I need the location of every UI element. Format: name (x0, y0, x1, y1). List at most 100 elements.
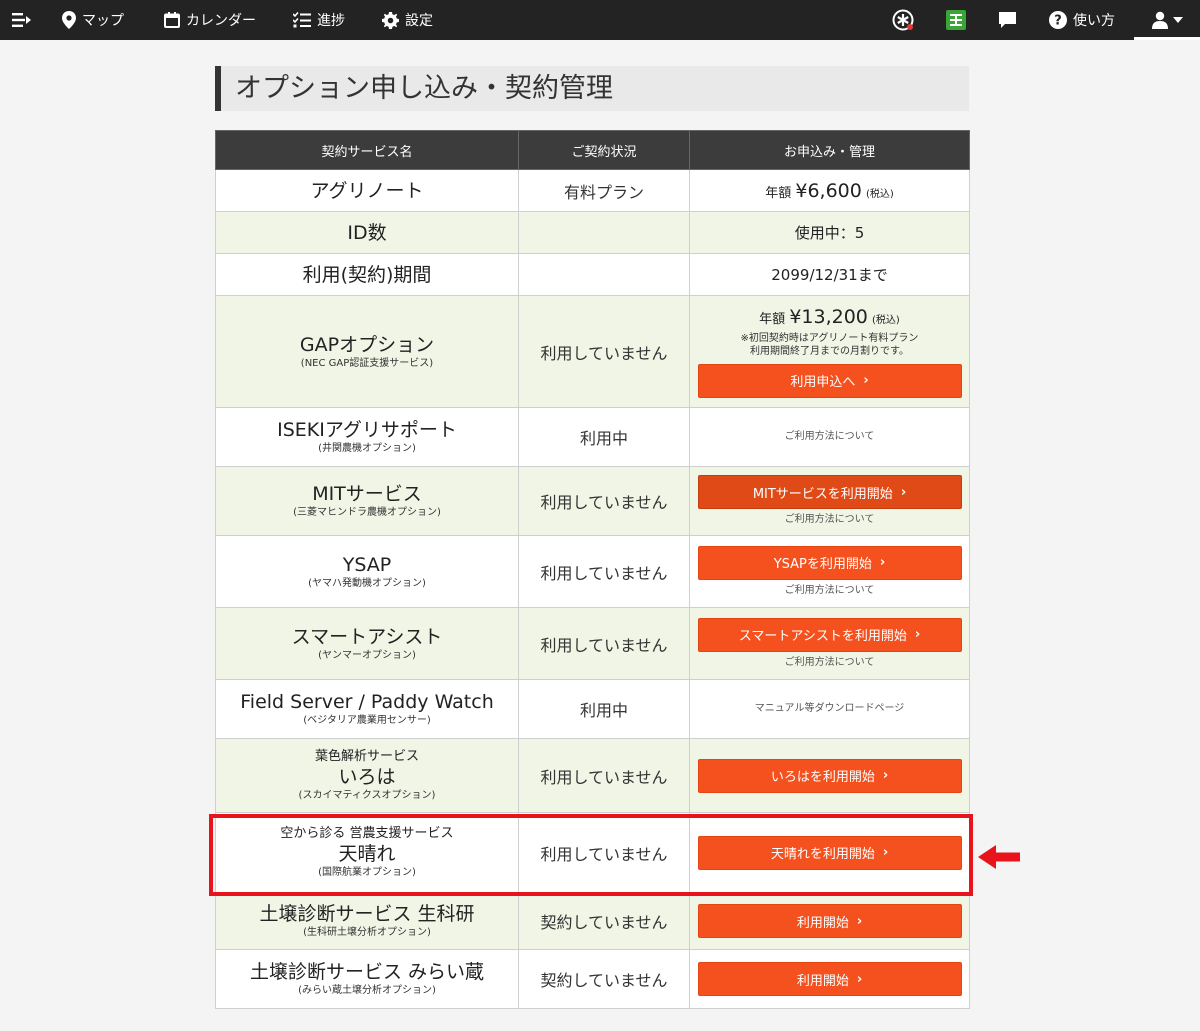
help-label: 使い方 (1073, 13, 1115, 29)
svg-text:?: ? (1054, 14, 1062, 29)
mit-start-button[interactable]: MITサービスを利用開始 › (697, 475, 962, 509)
miraigura-start-button[interactable]: 利用開始 › (697, 962, 962, 996)
service-name: スマートアシスト (291, 625, 443, 648)
service-sub: (国際航業オプション) (318, 867, 416, 878)
seikaken-start-button[interactable]: 利用開始 › (697, 904, 962, 938)
asterisk-button[interactable] (892, 0, 914, 40)
spreadsheet-button[interactable] (946, 0, 966, 40)
page-title: オプション申し込み・契約管理 (215, 66, 969, 111)
active-indicator (1134, 37, 1200, 40)
map-pin-icon (62, 11, 76, 29)
service-name: ISEKIアグリサポート (277, 419, 457, 441)
nav-progress[interactable]: 進捗 (293, 0, 345, 40)
nav-progress-label: 進捗 (317, 13, 345, 29)
appare-start-button[interactable]: 天晴れを利用開始 › (697, 835, 962, 870)
service-name: アグリノート (310, 179, 424, 202)
table-row: MITサービス (三菱マヒンドラ農機オプション) 利用していません MITサービ… (215, 466, 970, 536)
chevron-right-icon: › (879, 555, 886, 570)
service-sub: (ベジタリア農業用センサー) (303, 715, 431, 726)
menu-toggle-button[interactable] (12, 0, 32, 40)
nav-calendar[interactable]: カレンダー (164, 0, 256, 40)
nav-calendar-label: カレンダー (186, 13, 256, 29)
service-name: Field Server / Paddy Watch (240, 691, 494, 713)
chat-icon (998, 11, 1017, 29)
table-header-row: 契約サービス名 ご契約状況 お申込み・管理 (215, 130, 970, 170)
user-menu-button[interactable] (1151, 0, 1183, 40)
nav-map[interactable]: マップ (62, 0, 124, 40)
service-sub: (NEC GAP認証支援サービス) (300, 357, 434, 369)
note-line: ※初回契約時はアグリノート有料プラン (740, 332, 919, 344)
service-name: 土壌診断サービス みらい蔵 (249, 961, 485, 983)
id-usage-text: 使用中：5 (794, 224, 865, 242)
service-sub: (生科研土壌分析オプション) (303, 927, 431, 938)
checklist-icon (293, 12, 311, 28)
chevron-right-icon: › (856, 971, 863, 987)
top-nav: マップ カレンダー 進捗 設定 ? 使い方 (0, 0, 1200, 40)
price: 年額 ¥13,200 (税込) (759, 305, 900, 328)
asterisk-circle-icon (892, 9, 914, 31)
chevron-right-icon: › (863, 373, 869, 388)
service-sub: (ヤンマーオプション) (318, 649, 416, 661)
table-row: ISEKIアグリサポート (井関農機オプション) 利用中 ご利用方法について (215, 407, 970, 467)
col-header-service: 契約サービス名 (215, 130, 519, 170)
chevron-right-icon: › (882, 768, 889, 783)
service-sub: (井関農機オプション) (318, 443, 416, 454)
status-text: 利用していません (540, 563, 668, 583)
gear-icon (382, 11, 399, 29)
service-category: 葉色解析サービス (314, 749, 419, 764)
service-name: 土壌診断サービス 生科研 (259, 903, 475, 925)
table-row: 利用(契約)期間 2099/12/31まで (215, 253, 970, 296)
status-text: 利用していません (540, 493, 668, 512)
help-button[interactable]: ? 使い方 (1049, 0, 1115, 40)
status-text: 利用中 (579, 429, 628, 448)
status-text: 利用していません (540, 767, 668, 787)
nav-settings[interactable]: 設定 (382, 0, 433, 40)
usage-guide-link[interactable]: ご利用方法について (690, 584, 969, 598)
note-line: 利用期間終了月までの月割りです。 (750, 345, 909, 357)
service-category: 空から診る 営農支援サービス (280, 826, 454, 841)
table-row: YSAP (ヤマハ発動機オプション) 利用していません YSAPを利用開始 › ご… (215, 535, 970, 608)
service-name: 利用(契約)期間 (302, 263, 432, 286)
table-row: ID数 使用中：5 (215, 211, 970, 254)
service-sub: (ヤマハ発動機オプション) (308, 577, 426, 589)
options-table: 契約サービス名 ご契約状況 お申込み・管理 アグリノート 有料プラン 年額 ¥6… (215, 130, 970, 1009)
gap-apply-button[interactable]: 利用申込へ › (697, 363, 962, 398)
status-text: 利用していません (540, 844, 668, 864)
usage-guide-link[interactable]: ご利用方法について (690, 656, 969, 670)
manual-download-link[interactable]: マニュアル等ダウンロードページ (690, 702, 969, 716)
chevron-right-icon: › (914, 627, 921, 642)
usage-guide-link[interactable]: ご利用方法について (690, 513, 969, 527)
calendar-icon (164, 12, 180, 28)
chevron-right-icon: › (882, 845, 889, 860)
service-sub: (三菱マヒンドラ農機オプション) (293, 507, 441, 518)
status-text: 有料プラン (563, 182, 644, 202)
status-text: 利用していません (540, 343, 668, 363)
arrow-left-icon (978, 845, 1020, 873)
col-header-status: ご契約状況 (518, 130, 690, 170)
table-row: アグリノート 有料プラン 年額 ¥6,600 (税込) (215, 169, 970, 212)
service-name: 天晴れ (338, 843, 396, 865)
ysap-start-button[interactable]: YSAPを利用開始 › (697, 545, 962, 580)
user-icon (1151, 11, 1169, 29)
service-sub: (スカイマティクスオプション) (298, 790, 436, 801)
table-row: 土壌診断サービス 生科研 (生科研土壌分析オプション) 契約していません 利用開… (215, 892, 970, 950)
table-row: Field Server / Paddy Watch (ベジタリア農業用センサー… (215, 679, 970, 739)
price: 年額 ¥6,600 (税込) (765, 179, 894, 202)
table-row: スマートアシスト (ヤンマーオプション) 利用していません スマートアシストを利… (215, 607, 970, 680)
table-row: GAPオプション (NEC GAP認証支援サービス) 利用していません 年額 ¥… (215, 295, 970, 408)
col-header-manage: お申込み・管理 (689, 130, 970, 170)
service-name: いろは (338, 766, 396, 788)
usage-guide-link[interactable]: ご利用方法について (690, 430, 969, 444)
table-row: 葉色解析サービス いろは (スカイマティクスオプション) 利用していません いろ… (215, 738, 970, 813)
smart-assist-start-button[interactable]: スマートアシストを利用開始 › (697, 617, 962, 652)
chat-button[interactable] (998, 0, 1017, 40)
menu-arrow-icon (12, 12, 32, 28)
iroha-start-button[interactable]: いろはを利用開始 › (697, 758, 962, 793)
nav-map-label: マップ (82, 13, 124, 29)
table-row: 土壌診断サービス みらい蔵 (みらい蔵土壌分析オプション) 契約していません 利… (215, 949, 970, 1009)
service-name: MITサービス (312, 483, 422, 505)
chevron-right-icon: › (856, 913, 863, 929)
spreadsheet-icon (946, 10, 966, 30)
service-name: YSAP (342, 553, 392, 576)
status-text: 利用していません (540, 635, 668, 655)
